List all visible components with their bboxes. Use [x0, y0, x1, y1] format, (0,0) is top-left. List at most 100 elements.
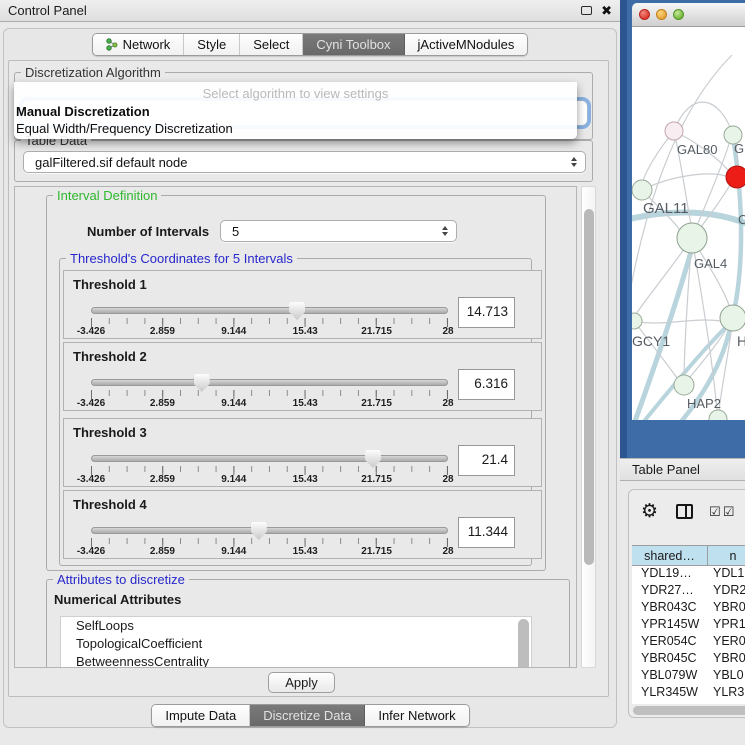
- table-panel-box: ⚙ ☑ ☑ shared… n YDL19… YDL1 YDR27… YDR2 …: [628, 489, 745, 718]
- node-label-gal11: GAL11: [643, 200, 689, 217]
- network-view[interactable]: GAL80 G. GAL11 C GAL4 GCY1 H HAP2: [632, 27, 745, 420]
- node-green: [720, 305, 745, 331]
- node-label-partial: H: [737, 333, 745, 349]
- node-label-partial: C: [738, 212, 745, 227]
- table-row[interactable]: YDR27… YDR2: [632, 583, 745, 600]
- checkbox-icon[interactable]: ☑: [723, 505, 735, 518]
- table-row[interactable]: YBR043C YBR0: [632, 600, 745, 617]
- discretization-algorithm-title: Discretization Algorithm: [21, 65, 165, 80]
- table-data-combobox[interactable]: galFiltered.sif default node: [23, 151, 586, 173]
- threshold-3-slider[interactable]: [91, 455, 448, 462]
- node-hap2: [674, 375, 694, 395]
- table-row[interactable]: YDL19… YDL1: [632, 566, 745, 583]
- tab-impute-data[interactable]: Impute Data: [152, 705, 250, 726]
- network-window-titlebar: [632, 3, 745, 27]
- threshold-3-label: Threshold 3: [73, 425, 147, 440]
- attributes-list-scrollbar[interactable]: [518, 619, 529, 668]
- algorithm-popup: Select algorithm to view settings Manual…: [14, 82, 577, 139]
- combo-stepper-icon: [442, 226, 448, 236]
- threshold-4-slider[interactable]: [91, 527, 448, 534]
- popup-option-equal-width-frequency[interactable]: Equal Width/Frequency Discretization: [14, 120, 577, 137]
- slider-tick-labels: -3.4262.8599.14415.4321.71528: [91, 326, 448, 338]
- table-row[interactable]: YIL052C YIL0: [632, 702, 745, 704]
- settings-scrollbar[interactable]: [581, 186, 596, 668]
- threshold-2-slider[interactable]: [91, 379, 448, 386]
- table-panel-title: Table Panel: [632, 462, 700, 477]
- column-header-shared-name[interactable]: shared…: [632, 546, 708, 565]
- control-panel-tabs: Network Style Select Cyni Toolbox jActiv…: [0, 33, 620, 56]
- settings-viewport: Interval Definition Number of Intervals …: [14, 186, 577, 668]
- table-data-group: Table Data galFiltered.sif default node: [14, 140, 593, 182]
- attribute-list-item[interactable]: TopologicalCoefficient: [61, 635, 531, 653]
- table-row[interactable]: YBL079W YBL0: [632, 668, 745, 685]
- slider-tick-labels: -3.4262.8599.14415.4321.71528: [91, 546, 448, 558]
- numerical-attributes-list: SelfLoopsTopologicalCoefficientBetweenne…: [60, 616, 532, 668]
- control-panel-titlebar: Control Panel ✖: [0, 0, 620, 22]
- interval-definition-group: Interval Definition Number of Intervals …: [46, 195, 546, 571]
- table-panel-toolbar: ⚙ ☑ ☑: [641, 502, 734, 521]
- node-label-partial: G.: [734, 141, 745, 156]
- table-panel-titlebar: Table Panel: [620, 458, 745, 481]
- tab-network-label: Network: [123, 37, 171, 52]
- threshold-1-row: Threshold 1 -3.4262.8599.14415.4321.7152…: [63, 270, 542, 339]
- table-row[interactable]: YPR145W YPR1: [632, 617, 745, 634]
- attributes-group: Attributes to discretize Numerical Attri…: [46, 579, 570, 668]
- checkbox-icon[interactable]: ☑: [709, 505, 721, 518]
- table-row[interactable]: YLR345W YLR3: [632, 685, 745, 702]
- apply-button[interactable]: Apply: [268, 672, 335, 693]
- node-label-gal80: GAL80: [677, 142, 717, 157]
- numerical-attributes-label: Numerical Attributes: [54, 592, 181, 607]
- table-row[interactable]: YBR045C YBR0: [632, 651, 745, 668]
- table-row[interactable]: YER054C YER0: [632, 634, 745, 651]
- node-label-gal4: GAL4: [694, 256, 727, 271]
- threshold-2-row: Threshold 2 -3.4262.8599.14415.4321.7152…: [63, 342, 542, 411]
- table-header-row: shared… n: [632, 545, 745, 566]
- column-header-name[interactable]: n: [708, 546, 745, 565]
- thresholds-group-title: Threshold's Coordinates for 5 Intervals: [66, 251, 297, 266]
- close-icon[interactable]: ✖: [601, 4, 612, 17]
- interval-definition-title: Interval Definition: [53, 188, 161, 203]
- threshold-3-value-field[interactable]: 21.4: [458, 445, 515, 476]
- algorithm-popup-prompt[interactable]: Select algorithm to view settings: [14, 82, 577, 103]
- slider-tick-labels: -3.4262.8599.14415.4321.71528: [91, 474, 448, 486]
- threshold-2-value-field[interactable]: 6.316: [458, 369, 515, 400]
- tab-cyni-toolbox[interactable]: Cyni Toolbox: [303, 34, 404, 55]
- threshold-1-slider[interactable]: [91, 307, 448, 314]
- gear-icon[interactable]: ⚙: [641, 502, 658, 521]
- thresholds-group: Threshold's Coordinates for 5 Intervals …: [59, 258, 532, 566]
- node-label-gcy1: GCY1: [632, 333, 670, 349]
- node-gal4: [677, 223, 707, 253]
- tab-infer-network[interactable]: Infer Network: [365, 705, 468, 726]
- minimize-traffic-light[interactable]: [656, 9, 667, 20]
- number-of-intervals-combobox[interactable]: 5: [220, 220, 457, 242]
- attribute-list-item[interactable]: BetweennessCentrality: [61, 653, 531, 668]
- threshold-1-label: Threshold 1: [73, 277, 147, 292]
- threshold-3-row: Threshold 3 -3.4262.8599.14415.4321.7152…: [63, 418, 542, 487]
- combo-stepper-icon: [571, 157, 577, 167]
- threshold-4-value-field[interactable]: 11.344: [458, 517, 515, 548]
- slider-tick-labels: -3.4262.8599.14415.4321.71528: [91, 398, 448, 410]
- close-traffic-light[interactable]: [639, 9, 650, 20]
- control-panel-title: Control Panel: [8, 3, 87, 18]
- float-window-icon[interactable]: [581, 6, 592, 15]
- columns-icon[interactable]: [676, 504, 693, 519]
- attributes-group-title: Attributes to discretize: [53, 572, 189, 587]
- settings-scrollbar-thumb[interactable]: [584, 209, 594, 565]
- threshold-4-label: Threshold 4: [73, 497, 147, 512]
- popup-option-manual-discretization[interactable]: Manual Discretization: [14, 103, 577, 120]
- threshold-1-value-field[interactable]: 14.713: [458, 297, 515, 328]
- tab-style[interactable]: Style: [184, 34, 240, 55]
- attribute-list-item[interactable]: SelfLoops: [61, 617, 531, 635]
- tab-select[interactable]: Select: [240, 34, 303, 55]
- node-gal11: [632, 180, 652, 200]
- network-icon: [106, 38, 118, 51]
- tab-jactivemnodules[interactable]: jActiveMNodules: [405, 34, 528, 55]
- node-red: [726, 166, 745, 188]
- number-of-intervals-label: Number of Intervals: [87, 224, 209, 239]
- zoom-traffic-light[interactable]: [673, 9, 684, 20]
- cyni-bottom-tabs: Impute Data Discretize Data Infer Networ…: [4, 704, 617, 727]
- table-horizontal-scrollbar[interactable]: [633, 706, 745, 716]
- tab-discretize-data[interactable]: Discretize Data: [250, 705, 365, 726]
- node-label-hap2: HAP2: [687, 396, 721, 411]
- tab-network[interactable]: Network: [93, 34, 185, 55]
